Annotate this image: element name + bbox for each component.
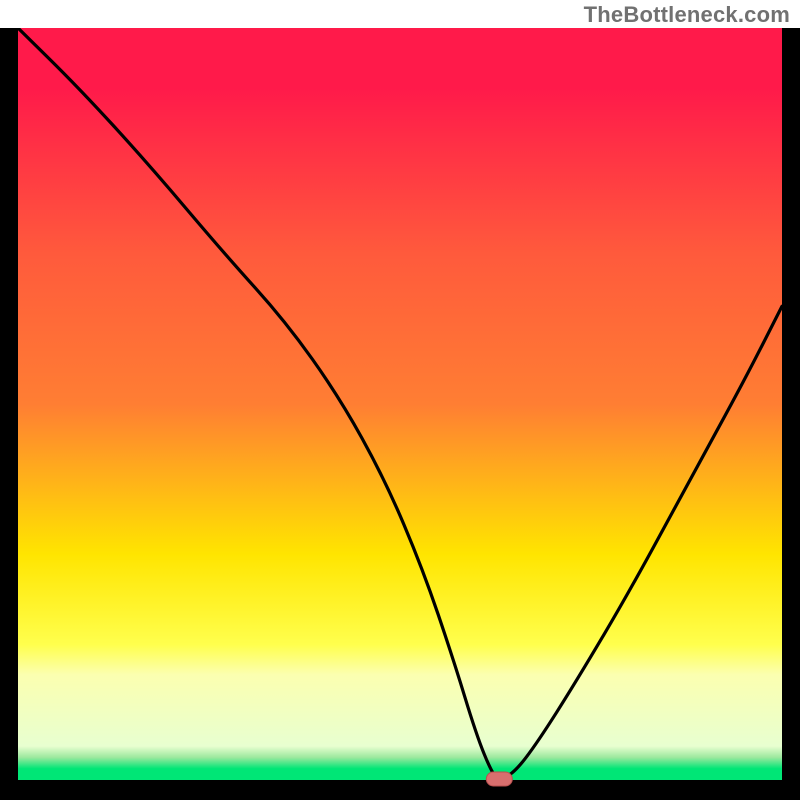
watermark-text: TheBottleneck.com [584, 2, 790, 28]
chart-container: TheBottleneck.com [0, 0, 800, 800]
optimal-marker [486, 772, 512, 786]
bottleneck-chart [0, 0, 800, 800]
